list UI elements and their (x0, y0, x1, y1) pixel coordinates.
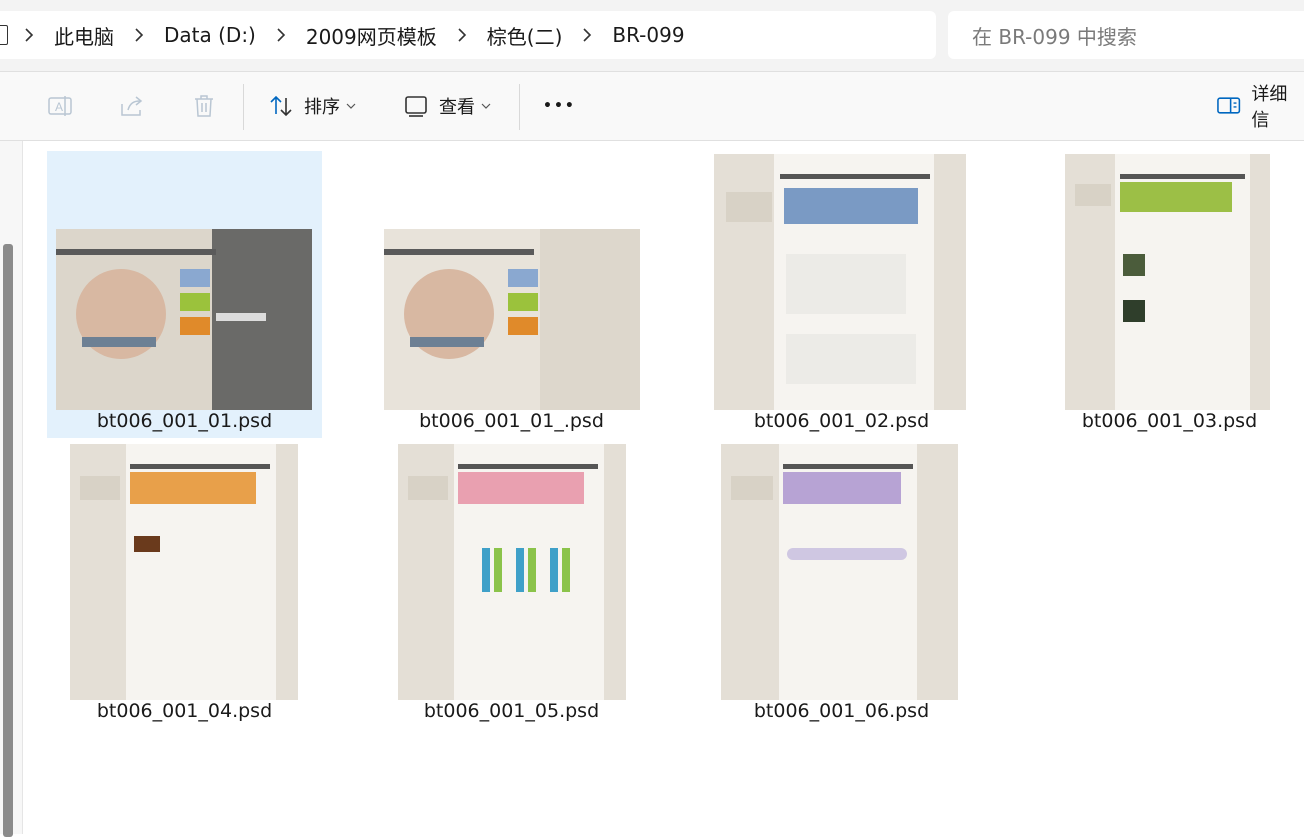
view-label: 查看 (439, 97, 475, 118)
file-name[interactable]: bt006_001_06.psd (704, 700, 979, 722)
chevron-down-icon (481, 103, 491, 109)
file-name[interactable]: bt006_001_02.psd (704, 410, 979, 432)
sort-button[interactable]: 排序 (268, 88, 356, 124)
view-icon (405, 96, 427, 117)
file-name[interactable]: bt006_001_04.psd (47, 700, 322, 722)
toolbar-separator (519, 84, 520, 130)
file-thumbnail (384, 229, 640, 410)
file-name[interactable]: bt006_001_03.psd (1032, 410, 1304, 432)
view-button[interactable]: 查看 (403, 88, 491, 124)
command-bar: A 排序 查看 ••• 详细信 (0, 72, 1304, 141)
breadcrumb-this-pc[interactable]: 此电脑 (54, 21, 114, 50)
file-name[interactable]: bt006_001_01.psd (47, 410, 322, 432)
breadcrumb-brown-two[interactable]: 棕色(二) (487, 21, 563, 50)
file-tile[interactable]: bt006_001_01_.psd (374, 151, 649, 438)
divider (0, 140, 1304, 141)
sort-label: 排序 (304, 97, 340, 118)
address-row: 此电脑 Data (D:) 2009网页模板 棕色(二) BR-099 在 BR… (0, 0, 1304, 72)
search-placeholder[interactable]: 在 BR-099 中搜索 (972, 21, 1137, 50)
scrollbar-thumb[interactable] (3, 244, 13, 837)
file-tile[interactable]: bt006_001_06.psd (704, 441, 979, 728)
file-name[interactable]: bt006_001_05.psd (374, 700, 649, 722)
rename-icon[interactable]: A (46, 92, 74, 120)
more-label: ••• (543, 98, 576, 114)
breadcrumb-br-099[interactable]: BR-099 (612, 23, 684, 47)
chevron-right-icon[interactable] (134, 26, 144, 44)
breadcrumb-2009-templates[interactable]: 2009网页模板 (306, 21, 437, 50)
file-name[interactable]: bt006_001_01_.psd (374, 410, 649, 432)
this-pc-icon (0, 25, 8, 45)
toolbar-separator (243, 84, 244, 130)
share-icon[interactable] (118, 92, 146, 120)
navigation-pane-edge (0, 141, 23, 837)
file-tile[interactable]: bt006_001_02.psd (704, 151, 979, 438)
file-thumbnail (56, 229, 312, 410)
details-label: 详细信 (1251, 84, 1288, 131)
chevron-down-icon (346, 103, 356, 109)
details-pane-icon (1217, 97, 1241, 114)
svg-text:A: A (55, 100, 63, 114)
file-tile[interactable]: bt006_001_04.psd (47, 441, 322, 728)
chevron-right-icon[interactable] (457, 26, 467, 44)
file-tile[interactable]: bt006_001_01.psd (47, 151, 322, 438)
file-thumbnail (1065, 154, 1270, 410)
file-tile[interactable]: bt006_001_05.psd (374, 441, 649, 728)
file-thumbnail (721, 444, 958, 700)
delete-icon[interactable] (190, 92, 218, 120)
file-thumbnail (714, 154, 966, 410)
more-options-button[interactable]: ••• (543, 88, 576, 124)
details-pane-button[interactable]: 详细信 (1216, 84, 1304, 131)
file-tile[interactable]: bt006_001_03.psd (1032, 151, 1304, 438)
file-thumbnail (70, 444, 298, 700)
sort-icon (270, 95, 292, 117)
chevron-right-icon[interactable] (582, 26, 592, 44)
file-thumbnail (398, 444, 626, 700)
breadcrumb-data-drive[interactable]: Data (D:) (164, 23, 256, 47)
search-box[interactable]: 在 BR-099 中搜索 (948, 11, 1304, 59)
chevron-right-icon[interactable] (276, 26, 286, 44)
address-bar[interactable]: 此电脑 Data (D:) 2009网页模板 棕色(二) BR-099 (0, 11, 936, 59)
chevron-right-icon[interactable] (24, 26, 34, 44)
